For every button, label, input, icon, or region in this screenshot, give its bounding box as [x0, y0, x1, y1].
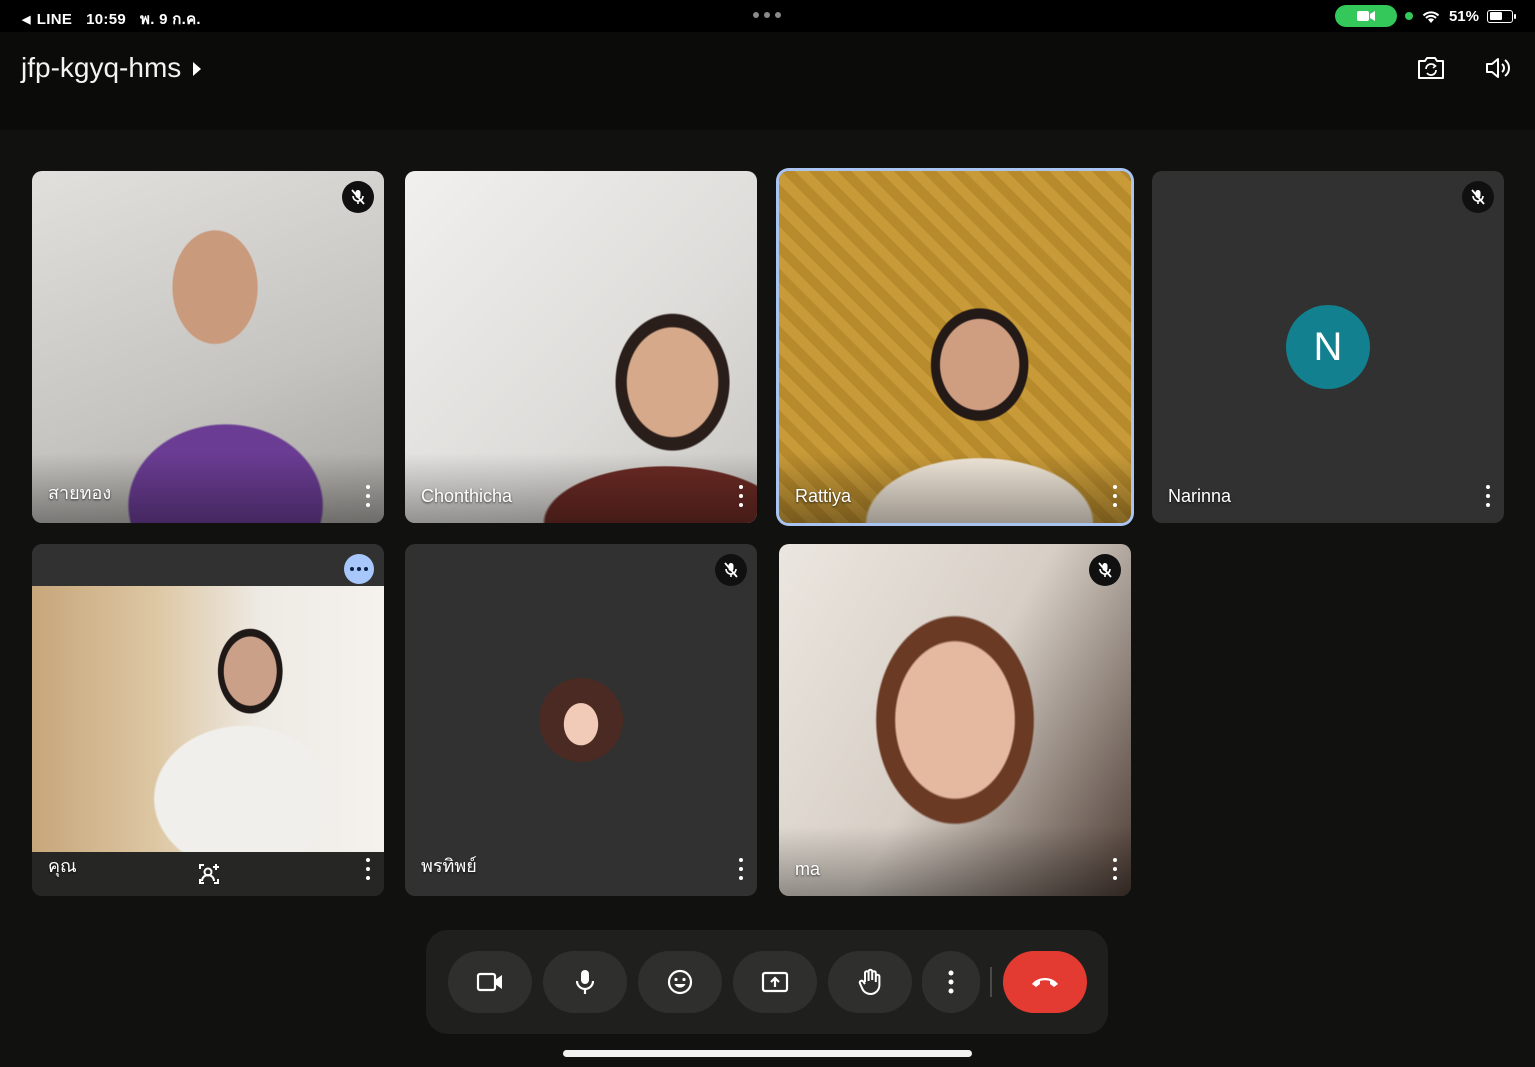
raise-hand-icon: [858, 968, 881, 995]
reactions-button[interactable]: [638, 951, 722, 1013]
participant-name: Chonthicha: [421, 486, 513, 506]
switch-camera-icon: [1418, 57, 1444, 79]
frame-person-icon[interactable]: [196, 861, 222, 887]
controls-divider: [990, 967, 992, 997]
end-call-icon: [1032, 978, 1058, 987]
video-camera-icon: [476, 972, 502, 992]
caret-right-icon: [193, 62, 202, 76]
present-screen-button[interactable]: [733, 951, 817, 1013]
avatar-letter: N: [1313, 324, 1343, 369]
microphone-toggle-button[interactable]: [543, 951, 627, 1013]
self-view-tile[interactable]: คุณ: [32, 544, 384, 896]
participant-tile[interactable]: ma: [779, 544, 1131, 896]
tile-more-icon[interactable]: [1480, 485, 1496, 507]
tile-more-icon[interactable]: [733, 485, 749, 507]
tile-more-icon[interactable]: [733, 858, 749, 880]
more-options-icon: [948, 970, 954, 994]
end-call-button[interactable]: [1003, 951, 1087, 1013]
present-screen-icon: [761, 971, 789, 993]
tile-more-icon[interactable]: [360, 858, 376, 880]
participant-tile[interactable]: N Narinna: [1152, 171, 1504, 523]
self-video: [32, 586, 384, 852]
microphone-icon: [575, 970, 595, 994]
raise-hand-button[interactable]: [828, 951, 912, 1013]
back-arrow-icon[interactable]: ◀: [22, 13, 31, 26]
participant-tile-active-speaker[interactable]: Rattiya: [779, 171, 1131, 523]
avatar: N: [1286, 305, 1370, 389]
tile-more-icon[interactable]: [360, 485, 376, 507]
home-indicator[interactable]: [563, 1050, 972, 1057]
mic-off-icon: [1089, 554, 1121, 586]
status-time: 10:59: [86, 10, 127, 28]
participant-tile[interactable]: Chonthicha: [405, 171, 757, 523]
participant-name: ma: [795, 859, 821, 879]
multitask-dots-icon[interactable]: [753, 12, 781, 18]
mic-off-icon: [342, 181, 374, 213]
status-right: 51%: [1334, 5, 1516, 27]
switch-camera-button[interactable]: [1414, 52, 1448, 84]
status-bar: ◀ LINE 10:59 พ. 9 ก.ค. 51%: [0, 0, 1535, 32]
participant-tile[interactable]: สายทอง: [32, 171, 384, 523]
tile-more-icon[interactable]: [1107, 485, 1123, 507]
call-controls-bar: [426, 930, 1108, 1034]
camera-toggle-button[interactable]: [448, 951, 532, 1013]
mic-off-icon: [1462, 181, 1494, 213]
meeting-code: jfp-kgyq-hms: [21, 52, 182, 83]
meeting-code-button[interactable]: jfp-kgyq-hms: [21, 52, 202, 84]
emoji-icon: [667, 969, 693, 995]
battery-icon: [1487, 9, 1516, 23]
participant-tile[interactable]: พรทิพย์: [405, 544, 757, 896]
recording-dot-icon: [1404, 12, 1413, 20]
status-date: พ. 9 ก.ค.: [140, 11, 201, 28]
status-left: ◀ LINE 10:59 พ. 9 ก.ค.: [22, 7, 201, 31]
avatar: [539, 678, 623, 762]
mic-off-icon: [715, 554, 747, 586]
participant-name: พรทิพย์: [421, 856, 477, 876]
meeting-header: jfp-kgyq-hms: [0, 32, 1535, 130]
more-options-button[interactable]: [922, 951, 980, 1013]
speaker-icon: [1486, 58, 1510, 78]
speaker-button[interactable]: [1481, 52, 1515, 84]
participant-name: สายทอง: [48, 483, 112, 503]
participant-name: คุณ: [48, 856, 77, 876]
wifi-icon: [1422, 10, 1440, 23]
battery-percent: 51%: [1448, 7, 1479, 25]
back-app-label[interactable]: LINE: [37, 11, 72, 28]
tile-more-icon[interactable]: [1107, 858, 1123, 880]
participant-name: Narinna: [1168, 486, 1232, 506]
self-more-icon[interactable]: [344, 554, 374, 584]
camera-in-use-icon: [1334, 5, 1397, 27]
participant-name: Rattiya: [795, 486, 852, 506]
